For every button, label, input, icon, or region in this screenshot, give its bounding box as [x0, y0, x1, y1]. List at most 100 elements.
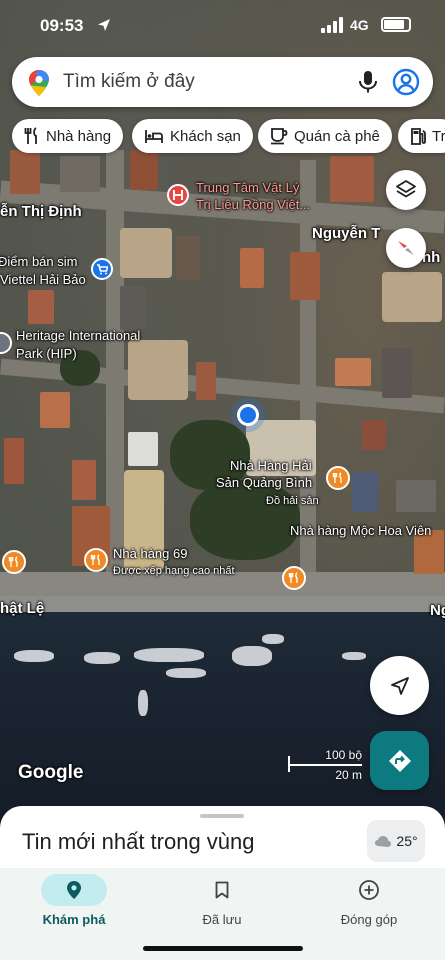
- sheet-drag-handle[interactable]: [200, 814, 244, 818]
- place-sublabel: Được xếp hạng cao nhất: [113, 565, 235, 577]
- map-scale: 100 bộ 20 m: [288, 748, 362, 788]
- scale-bar: [288, 764, 362, 766]
- map-building: [240, 248, 264, 288]
- nav-label: Đóng góp: [340, 912, 398, 927]
- battery-level: [384, 20, 404, 29]
- coffee-cup-icon: [271, 128, 288, 145]
- mic-icon[interactable]: [357, 70, 379, 94]
- map-building: [40, 392, 70, 428]
- map-sand-lot: [120, 228, 172, 278]
- explore-pin-icon: [67, 881, 81, 899]
- hospital-icon: [173, 190, 183, 200]
- scale-tick: [288, 756, 290, 772]
- fork-knife-icon: [288, 572, 298, 583]
- weather-badge[interactable]: 25°: [367, 820, 425, 862]
- place-label: Nhà Hàng Hải: [230, 458, 312, 473]
- map-building: [176, 236, 200, 280]
- scale-imperial: 100 bộ: [325, 748, 362, 762]
- compass-button[interactable]: [386, 228, 426, 268]
- restaurant-pin[interactable]: [84, 548, 108, 572]
- search-bar[interactable]: Tìm kiếm ở đây: [12, 57, 433, 107]
- chip-label: Khách sạn: [170, 127, 241, 145]
- home-indicator[interactable]: [143, 946, 303, 951]
- nav-label: Đã lưu: [202, 912, 242, 927]
- sheet-title: Tin mới nhất trong vùng: [22, 829, 255, 854]
- chip-label: Nhà hàng: [46, 127, 112, 145]
- place-label: Sản Quảng Bình: [216, 475, 313, 490]
- search-input[interactable]: Tìm kiếm ở đây: [63, 71, 195, 93]
- nav-explore[interactable]: Khám phá: [14, 874, 134, 927]
- map-boat: [134, 648, 204, 662]
- restaurant-pin[interactable]: [326, 466, 350, 490]
- park-pin[interactable]: [0, 332, 12, 354]
- road-label: Ng: [430, 602, 445, 619]
- place-label: Trung Tâm Vật Lý: [196, 180, 300, 195]
- map-sand-lot: [128, 340, 188, 400]
- bookmark-icon: [215, 881, 229, 899]
- map-building: [335, 358, 371, 386]
- place-label: Nhà hàng 69: [113, 546, 188, 561]
- map-building: [130, 150, 158, 190]
- fork-knife-icon: [90, 554, 100, 565]
- map-boat: [138, 690, 148, 716]
- nav-explore-pill: [41, 874, 107, 906]
- map-building: [362, 420, 386, 450]
- map-building: [396, 480, 436, 512]
- my-location-dot: [237, 404, 259, 426]
- road-label: hật Lệ: [0, 600, 45, 617]
- navigation-arrow-icon: [390, 676, 409, 695]
- chip-gas[interactable]: Tr: [398, 119, 445, 153]
- map-boat: [342, 652, 366, 660]
- fork-knife-icon: [332, 472, 342, 483]
- nav-label: Khám phá: [42, 912, 106, 927]
- google-maps-logo-icon: [29, 70, 49, 96]
- place-label: Park (HIP): [16, 346, 77, 361]
- map-building: [196, 362, 216, 400]
- nav-contribute[interactable]: Đóng góp: [309, 874, 429, 927]
- directions-icon: [388, 749, 411, 772]
- map-trees: [190, 480, 300, 560]
- map-building: [382, 348, 412, 398]
- map-building: [120, 286, 146, 330]
- google-attribution: Google: [18, 762, 84, 783]
- chip-cafes[interactable]: Quán cà phê: [258, 119, 392, 153]
- add-circle-icon: [359, 880, 379, 900]
- shop-pin[interactable]: [91, 258, 113, 280]
- nav-saved[interactable]: Đã lưu: [162, 874, 282, 927]
- layers-icon: [396, 180, 416, 198]
- map-boat: [166, 668, 206, 678]
- hospital-pin[interactable]: [167, 184, 189, 206]
- place-label: Điểm bán sim: [0, 254, 78, 269]
- gas-pump-icon: [411, 128, 426, 145]
- restaurant-pin[interactable]: [282, 566, 306, 590]
- bed-icon: [145, 130, 163, 143]
- chip-restaurants[interactable]: Nhà hàng: [12, 119, 124, 153]
- place-label: Trị Liệu Rồng Việt...: [196, 197, 311, 212]
- fork-knife-icon: [8, 556, 18, 567]
- layers-button[interactable]: [386, 170, 426, 210]
- directions-button[interactable]: [370, 731, 429, 790]
- my-location-button[interactable]: [370, 656, 429, 715]
- network-type: 4G: [350, 17, 369, 33]
- map-building: [330, 156, 374, 202]
- fork-knife-icon: [24, 127, 37, 144]
- road-label: ễn Thị Định: [0, 203, 82, 220]
- nav-contribute-pill: [336, 874, 402, 906]
- map-building: [72, 460, 96, 500]
- weather-temp: 25°: [396, 833, 418, 849]
- map-building: [10, 150, 40, 194]
- map-building: [60, 156, 100, 192]
- map-boat: [262, 634, 284, 644]
- place-label: Viettel Hải Bảo: [0, 272, 86, 287]
- restaurant-pin[interactable]: [2, 550, 26, 574]
- scale-metric: 20 m: [335, 768, 362, 782]
- place-sublabel: Đồ hải sản: [266, 495, 319, 507]
- place-label: Nhà hàng Mộc Hoa Viên: [290, 523, 432, 538]
- road-label: Nguyễn T: [312, 225, 381, 242]
- chip-hotels[interactable]: Khách sạn: [132, 119, 253, 153]
- account-icon[interactable]: [392, 68, 420, 96]
- map-boat: [84, 652, 120, 664]
- chip-label: Tr: [432, 127, 445, 145]
- status-time: 09:53: [40, 16, 84, 35]
- nav-saved-pill: [189, 874, 255, 906]
